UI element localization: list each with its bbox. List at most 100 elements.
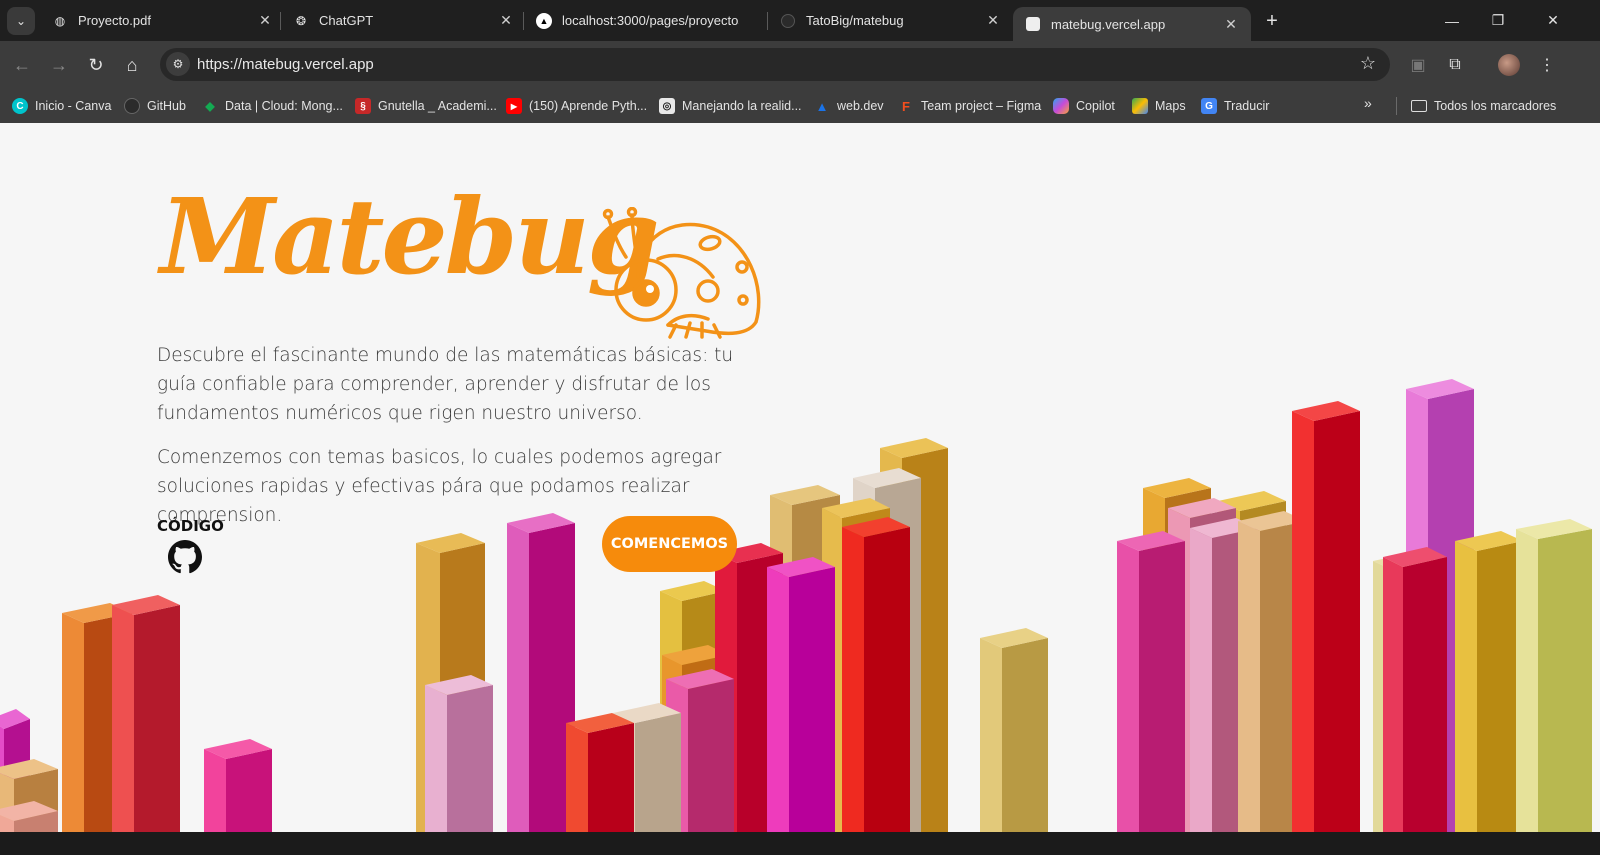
tab-title: ChatGPT: [319, 13, 374, 28]
double-chevron-icon: »: [1364, 95, 1372, 111]
logo-wordmark: Matebug: [160, 175, 660, 298]
profile-avatar[interactable]: [1498, 54, 1520, 76]
bookmark-label: GitHub: [147, 99, 186, 113]
tab-chatgpt[interactable]: ❂ ChatGPT ✕: [281, 0, 526, 41]
ladybug-icon: [602, 207, 761, 339]
bookmark-label: (150) Aprende Pyth...: [529, 99, 648, 113]
code-label: CÓDIGO: [157, 517, 224, 535]
tab-title: TatoBig/matebug: [806, 13, 904, 28]
bookmark-label: Traducir: [1224, 99, 1270, 113]
github-icon[interactable]: [168, 540, 202, 574]
bookmark-item[interactable]: § Gnutella _ Academi...: [355, 95, 497, 117]
tab-title: matebug.vercel.app: [1051, 16, 1166, 32]
tab-title: Proyecto.pdf: [78, 13, 151, 28]
bookmark-label: web.dev: [837, 99, 884, 113]
gnutella-icon: §: [355, 98, 371, 114]
bookmark-label: Data | Cloud: Mong...: [225, 99, 343, 113]
close-icon[interactable]: ✕: [255, 11, 275, 31]
canva-icon: C: [12, 98, 28, 114]
decorative-bar-18: [980, 628, 1048, 832]
all-bookmarks-label: Todos los marcadores: [1434, 99, 1557, 113]
more-bookmarks-button[interactable]: »: [1364, 95, 1372, 111]
openai-icon: ◎: [659, 98, 675, 114]
bookmark-star-icon[interactable]: ☆: [1360, 53, 1376, 74]
decorative-bar-30: [1516, 519, 1592, 832]
figma-icon: F: [902, 98, 910, 114]
openai-icon: ❂: [295, 13, 307, 28]
site-settings-button[interactable]: ⚙: [166, 52, 190, 76]
tab-title: localhost:3000/pages/proyectos: [562, 13, 739, 28]
close-icon[interactable]: ✕: [496, 11, 516, 31]
menu-kebab-icon[interactable]: ⋮: [1534, 52, 1560, 78]
globe-icon: ◍: [54, 13, 66, 28]
tab-github-repo[interactable]: TatoBig/matebug ✕: [768, 0, 1013, 41]
bookmark-label: Inicio - Canva: [35, 99, 112, 113]
tab-matebug-active[interactable]: matebug.vercel.app ✕: [1013, 7, 1251, 41]
back-button[interactable]: ←: [8, 51, 36, 79]
bookmark-item[interactable]: ▲ web.dev: [814, 95, 884, 117]
arrow-left-icon: ←: [13, 54, 31, 75]
bookmark-item[interactable]: F Team project – Figma: [898, 95, 1041, 117]
start-button[interactable]: COMENCEMOS: [602, 516, 737, 572]
copilot-icon: [1053, 98, 1069, 114]
translate-icon: G: [1201, 98, 1217, 114]
browser-toolbar: ← → ↻ ⌂ ⚙ https://matebug.vercel.app ☆ ▣…: [0, 41, 1600, 88]
bookmark-label: Maps: [1155, 99, 1186, 113]
bookmark-item[interactable]: GitHub: [124, 95, 186, 117]
bookmark-label: Team project – Figma: [921, 99, 1042, 113]
forward-button[interactable]: →: [45, 51, 73, 79]
decorative-bar-13: [566, 713, 634, 832]
youtube-icon: ▶: [506, 98, 522, 114]
decorative-bar-28: [1383, 547, 1447, 832]
decorative-bar-1: [507, 513, 575, 832]
bookmark-item[interactable]: C Inicio - Canva: [12, 95, 111, 117]
chevron-down-icon: ⌄: [15, 14, 27, 28]
decorative-bar-24: [1117, 531, 1185, 832]
bookmark-label: Manejando la realid...: [682, 99, 802, 113]
tab-localhost[interactable]: ▲ localhost:3000/pages/proyectos ✕: [524, 0, 769, 41]
close-icon[interactable]: ✕: [1221, 14, 1241, 34]
decorative-bar-14: [425, 675, 493, 832]
close-window-button[interactable]: ✕: [1530, 0, 1576, 41]
intro-paragraph: Descubre el fascinante mundo de las mate…: [157, 345, 734, 424]
decorative-bar-9: [767, 557, 835, 832]
extensions-icon[interactable]: ⧉: [1442, 52, 1468, 78]
tab-search-button[interactable]: ⌄: [7, 7, 35, 35]
close-icon[interactable]: ✕: [983, 11, 1003, 31]
nextjs-icon: ▲: [536, 12, 552, 29]
arrow-right-icon: →: [50, 54, 68, 75]
decorative-bar-10: [842, 517, 910, 832]
vercel-icon: [1025, 16, 1041, 32]
bookmark-item[interactable]: ▶ (150) Aprende Pyth...: [506, 95, 647, 117]
bookmark-item[interactable]: ◆ Data | Cloud: Mong...: [202, 95, 343, 117]
folder-icon: [1411, 100, 1427, 112]
home-button[interactable]: ⌂: [118, 51, 146, 79]
reload-button[interactable]: ↻: [82, 51, 110, 79]
bookmarks-divider: [1396, 97, 1397, 115]
media-icon[interactable]: ▣: [1405, 52, 1431, 78]
minimize-button[interactable]: —: [1429, 0, 1475, 41]
github-icon: [124, 98, 140, 114]
decorative-bar-17: [204, 739, 272, 832]
bottom-edge: [0, 832, 1600, 855]
all-bookmarks-button[interactable]: Todos los marcadores: [1411, 95, 1556, 117]
github-icon: [780, 13, 796, 29]
bookmark-item[interactable]: Maps: [1132, 95, 1186, 117]
bookmark-item[interactable]: ◎ Manejando la realid...: [659, 95, 802, 117]
url-text[interactable]: https://matebug.vercel.app: [197, 56, 374, 73]
restore-button[interactable]: ❐: [1475, 0, 1521, 41]
tab-proyecto-pdf[interactable]: ◍ Proyecto.pdf ✕: [40, 0, 285, 41]
new-tab-button[interactable]: +: [1260, 9, 1284, 33]
close-icon: ✕: [1547, 12, 1559, 28]
maps-icon: [1132, 98, 1148, 114]
bookmark-item[interactable]: Copilot: [1053, 95, 1115, 117]
bookmark-label: Gnutella _ Academi...: [378, 99, 497, 113]
bookmark-label: Copilot: [1076, 99, 1115, 113]
bookmark-item[interactable]: G Traducir: [1201, 95, 1269, 117]
address-bar[interactable]: ⚙ https://matebug.vercel.app ☆: [160, 48, 1390, 81]
restore-icon: ❐: [1491, 12, 1505, 28]
page-content: Matebug Descubre el fascinante mundo de …: [0, 123, 1600, 832]
reload-icon: ↻: [88, 54, 104, 75]
home-icon: ⌂: [126, 54, 138, 75]
tab-strip: ⌄ ◍ Proyecto.pdf ✕ ❂ ChatGPT ✕ ▲ localho…: [0, 0, 1600, 41]
